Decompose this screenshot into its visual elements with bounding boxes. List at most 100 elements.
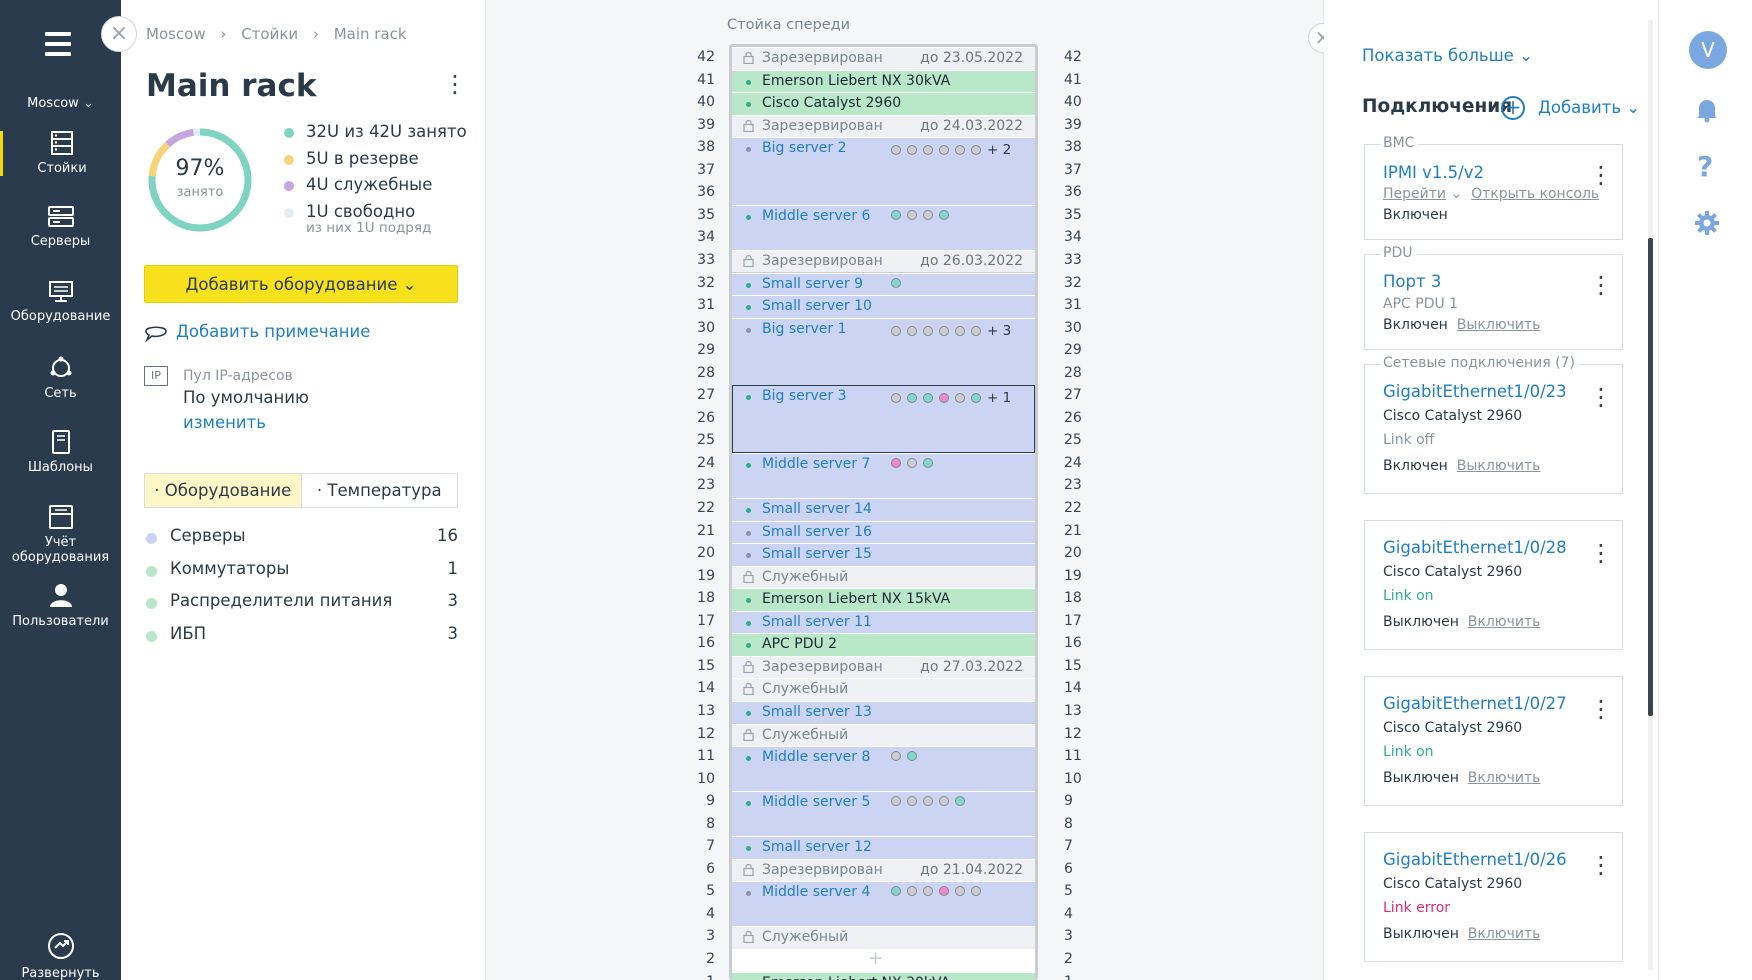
card-menu-icon[interactable]: ⋮ [1589, 697, 1613, 721]
expand-nav-button[interactable]: Развернуть [0, 932, 121, 980]
more-ports-count: + 2 [987, 142, 1012, 159]
rack-device[interactable]: Small server 10 [732, 295, 1035, 318]
status-dot [746, 79, 751, 85]
card-action-link[interactable]: Включить [1468, 926, 1541, 942]
avatar[interactable]: V [1689, 31, 1727, 69]
rack-device[interactable]: Middle server 8 [732, 746, 1035, 792]
status-dot [746, 147, 751, 153]
rack-device[interactable]: Middle server 4 [732, 881, 1035, 927]
rack-device[interactable]: Зарезервирован до 21.04.2022 [732, 858, 1035, 882]
rack-device[interactable]: Middle server 6 [732, 204, 1035, 250]
scrollbar-thumb[interactable] [1648, 238, 1653, 716]
rack-device[interactable]: Middle server 5 [732, 791, 1035, 837]
status-dot [746, 710, 751, 716]
chevron-down-icon: ⌄ [1626, 98, 1641, 117]
nav-item-network[interactable]: Сеть [0, 356, 121, 401]
category-item[interactable]: ИБП 3 [146, 624, 458, 657]
port-dot [891, 751, 901, 762]
card-action-link[interactable]: Выключить [1457, 317, 1541, 333]
category-item[interactable]: Распределители питания 3 [146, 591, 458, 624]
card-action-link[interactable]: Включить [1468, 614, 1541, 630]
more-options-icon[interactable]: ⋮ [443, 72, 467, 96]
open-console-link[interactable]: Открыть консоль [1471, 186, 1599, 202]
gear-icon[interactable] [1694, 210, 1720, 236]
go-to-link[interactable]: Перейти [1383, 186, 1446, 202]
rack-device[interactable]: Small server 16 [732, 520, 1035, 544]
hamburger-menu-icon[interactable] [45, 32, 71, 58]
category-item[interactable]: Серверы 16 [146, 526, 458, 559]
nav-item-inventory[interactable]: Учёт оборудования [0, 505, 121, 565]
location-selector[interactable]: Moscow ⌄ [0, 96, 121, 111]
card-title[interactable]: GigabitEthernet1/0/23 [1383, 382, 1567, 401]
category-dot [146, 630, 157, 642]
rack-device[interactable]: Big server 3 + 1 [732, 385, 1035, 453]
add-equipment-button[interactable]: Добавить оборудование ⌄ [144, 265, 458, 303]
rack-device[interactable]: Emerson Liebert NX 30kVA [732, 971, 1035, 980]
nav-item-equipment[interactable]: Оборудование [0, 281, 121, 324]
nav-label: Сеть [44, 386, 77, 401]
rack-device[interactable]: Служебный [732, 678, 1035, 701]
rack-device[interactable]: Служебный [732, 723, 1035, 747]
help-icon[interactable]: ? [1697, 150, 1713, 183]
card-menu-icon[interactable]: ⋮ [1589, 541, 1613, 565]
rack-device[interactable]: Small server 12 [732, 836, 1035, 859]
add-note-link[interactable]: Добавить примечание [144, 322, 370, 343]
rack-device[interactable]: Emerson Liebert NX 15kVA [732, 588, 1035, 611]
nav-item-templates[interactable]: Шаблоны [0, 430, 121, 475]
breadcrumb-item[interactable]: Стойки [241, 25, 298, 43]
rack-device[interactable]: Зарезервирован до 23.05.2022 [732, 47, 1035, 70]
card-menu-icon[interactable]: ⋮ [1589, 273, 1613, 297]
rack-device[interactable]: Emerson Liebert NX 30kVA [732, 69, 1035, 93]
rack-device[interactable]: Зарезервирован до 24.03.2022 [732, 114, 1035, 138]
nav-item-racks[interactable]: Стойки [0, 131, 121, 176]
add-connection-dropdown[interactable]: Добавить ⌄ [1538, 98, 1640, 117]
category-item[interactable]: Коммутаторы 1 [146, 559, 458, 592]
bell-icon[interactable] [1695, 97, 1719, 123]
show-more-link[interactable]: Показать больше ⌄ [1362, 46, 1533, 65]
nav-item-users[interactable]: Пользователи [0, 582, 121, 629]
card-menu-icon[interactable]: ⋮ [1589, 163, 1613, 187]
card-action-link[interactable]: Выключить [1457, 458, 1541, 474]
card-action-link[interactable]: Включить [1468, 770, 1541, 786]
add-connection-icon[interactable]: + [1501, 96, 1525, 120]
nav-item-servers[interactable]: Серверы [0, 206, 121, 249]
link-status: Link error [1383, 900, 1451, 916]
rack-unit-number: 33 [697, 251, 715, 268]
rack-device[interactable]: Middle server 7 [732, 452, 1035, 498]
rack-unit-number: 3 [706, 928, 715, 945]
rack-device[interactable]: Small server 14 [732, 498, 1035, 521]
rack-device[interactable]: Small server 11 [732, 610, 1035, 634]
tab-temperature[interactable]: · Температура [302, 474, 458, 507]
card-title[interactable]: GigabitEthernet1/0/28 [1383, 538, 1567, 557]
card-menu-icon[interactable]: ⋮ [1589, 385, 1613, 409]
device-name: Middle server 8 [762, 749, 871, 766]
rack-device[interactable]: Зарезервирован до 27.03.2022 [732, 655, 1035, 679]
rack-unit-number: 36 [1064, 184, 1082, 201]
card-title[interactable]: GigabitEthernet1/0/27 [1383, 694, 1567, 713]
close-panel-button[interactable]: × [101, 16, 137, 52]
card-title[interactable]: Порт 3 [1383, 272, 1441, 291]
breadcrumb-item[interactable]: Moscow [146, 25, 206, 43]
rack-unit-number: 6 [1064, 860, 1073, 877]
device-name: + [868, 949, 884, 969]
rack-device[interactable]: Big server 1 + 3 [732, 317, 1035, 386]
status-dot [746, 462, 751, 468]
rack-device[interactable]: Зарезервирован до 26.03.2022 [732, 249, 1035, 273]
rack-device[interactable]: Small server 15 [732, 543, 1035, 566]
ip-pool-change-link[interactable]: изменить [183, 413, 266, 432]
rack-device[interactable]: APC PDU 2 [732, 633, 1035, 656]
rack-device[interactable]: Small server 9 [732, 272, 1035, 296]
tab-equipment[interactable]: · Оборудование [145, 474, 302, 507]
rack-device[interactable]: Служебный [732, 565, 1035, 589]
card-title[interactable]: GigabitEthernet1/0/26 [1383, 850, 1567, 869]
scrollbar[interactable] [1648, 20, 1653, 970]
rack-unit-number: 27 [697, 387, 715, 404]
rack-device[interactable]: Big server 2 + 2 [732, 137, 1035, 205]
rack-device[interactable]: Small server 13 [732, 700, 1035, 724]
rack-device[interactable]: Cisco Catalyst 2960 [732, 92, 1035, 115]
card-menu-icon[interactable]: ⋮ [1589, 853, 1613, 877]
card-title[interactable]: IPMI v1.5/v2 [1383, 163, 1484, 182]
empty-slot[interactable]: + [732, 949, 1035, 972]
rack-device[interactable]: Служебный [732, 926, 1035, 949]
port-dot [955, 886, 965, 897]
